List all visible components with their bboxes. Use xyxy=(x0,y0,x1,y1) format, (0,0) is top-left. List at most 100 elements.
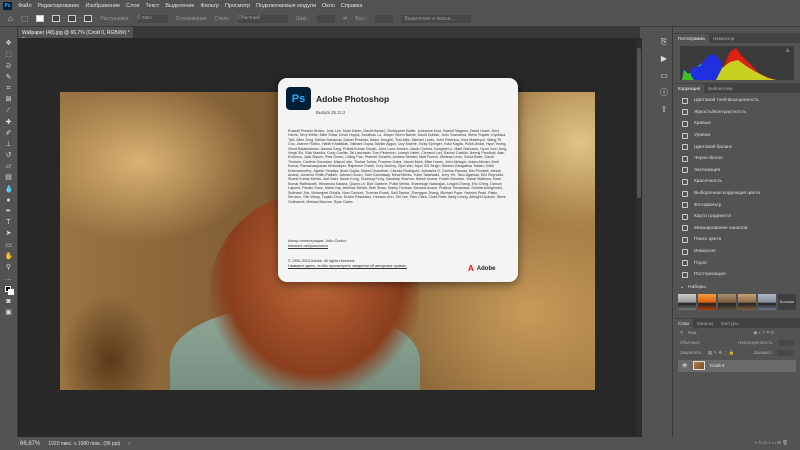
zoom-level[interactable]: 66,67% xyxy=(20,441,40,447)
document-tab[interactable]: Wallpaper (48).jpg @ 66,7% (Слой 0, RGB/… xyxy=(18,27,133,42)
menu-type[interactable]: Текст xyxy=(145,3,159,9)
marquee-tool-icon[interactable]: ⬚ xyxy=(5,51,13,59)
vertical-scrollbar[interactable] xyxy=(636,38,642,437)
adjustment-item[interactable]: Яркость/Контрастность xyxy=(674,107,800,119)
tab-channels[interactable]: Каналы xyxy=(693,319,717,328)
adjustment-item[interactable]: Черно-белое xyxy=(674,153,800,165)
preset-thumb[interactable] xyxy=(698,293,716,310)
move-tool-icon[interactable]: ✥ xyxy=(5,40,13,48)
tab-adjustments[interactable]: Коррекция xyxy=(674,84,705,93)
dodge-tool-icon[interactable]: ● xyxy=(5,197,13,205)
lock-icons[interactable]: ▦ ✎ ✥ ⬚ 🔒 xyxy=(708,350,735,356)
healing-brush-tool-icon[interactable]: ✚ xyxy=(5,119,13,127)
presets-more-button[interactable]: Больше xyxy=(778,293,796,310)
color-swatches-icon[interactable] xyxy=(4,286,14,296)
pen-tool-icon[interactable]: ✒ xyxy=(5,208,13,216)
adjustment-item[interactable]: Порог xyxy=(674,257,800,269)
menu-view[interactable]: Просмотр xyxy=(225,3,250,9)
new-selection-button[interactable] xyxy=(36,15,45,22)
visibility-eye-icon[interactable]: 👁 xyxy=(682,363,688,369)
fill-input[interactable] xyxy=(777,349,794,356)
legal-notices-link[interactable]: Нажмите здесь, чтобы просмотреть сведени… xyxy=(288,264,407,268)
adjustment-item[interactable]: Инверсия xyxy=(674,246,800,258)
tab-paths[interactable]: Контуры xyxy=(717,319,743,328)
antialias-checkbox[interactable]: Сглаживание xyxy=(176,16,207,22)
menu-plugins[interactable]: Подключаемые модули xyxy=(256,3,316,9)
layer-row[interactable]: 👁 Слой 0 xyxy=(678,359,796,372)
menu-edit[interactable]: Редактирование xyxy=(38,3,80,9)
menu-image[interactable]: Изображение xyxy=(85,3,120,9)
crop-tool-icon[interactable]: ⌗ xyxy=(5,85,13,93)
zoom-tool-icon[interactable]: ⚲ xyxy=(5,264,13,272)
home-icon[interactable]: ⌂ xyxy=(8,14,13,23)
marquee-tool-icon[interactable]: ⬚ xyxy=(21,14,29,23)
adjustment-item[interactable]: Фотофильтр xyxy=(674,199,800,211)
actions-play-icon[interactable]: ▶ xyxy=(659,54,669,64)
add-selection-button[interactable] xyxy=(52,15,61,22)
style-select[interactable]: Обычный xyxy=(238,14,289,23)
folder-icon[interactable]: ▭ xyxy=(659,71,669,81)
screen-mode-icon[interactable]: ▣ xyxy=(5,309,13,317)
adjustment-item[interactable]: Постеризация xyxy=(674,269,800,281)
preset-thumb[interactable] xyxy=(678,293,696,310)
adjustment-item[interactable]: Поиск цвета xyxy=(674,234,800,246)
path-select-tool-icon[interactable]: ➤ xyxy=(5,230,13,238)
menu-window[interactable]: Окно xyxy=(322,3,335,9)
info-icon[interactable]: ⓘ xyxy=(659,88,669,98)
menu-filter[interactable]: Фильтр xyxy=(200,3,218,9)
scrollbar-thumb[interactable] xyxy=(637,48,641,198)
menu-layers[interactable]: Слои xyxy=(126,3,139,9)
rectangle-tool-icon[interactable]: ▭ xyxy=(5,242,13,250)
gradient-tool-icon[interactable]: ▤ xyxy=(5,174,13,182)
adjustment-item[interactable]: Красочность xyxy=(674,176,800,188)
adjustment-item[interactable]: Экспозиция xyxy=(674,165,800,177)
tab-navigator[interactable]: Навигатор xyxy=(709,34,739,43)
tab-histogram[interactable]: Гистограмма xyxy=(674,34,709,43)
quick-select-tool-icon[interactable]: ✎ xyxy=(5,74,13,82)
about-dialog[interactable]: Ps Adobe Photoshop Выпуск 25.12.2 Russel… xyxy=(278,78,518,282)
subtract-selection-button[interactable] xyxy=(68,15,77,22)
width-input[interactable] xyxy=(317,14,336,23)
clone-stamp-tool-icon[interactable]: ⊥ xyxy=(5,141,13,149)
behance-link[interactable]: behance.net/joaocunico xyxy=(288,244,328,248)
eyedropper-tool-icon[interactable]: ⁄ xyxy=(5,107,13,115)
blend-mode-select[interactable]: Обычные xyxy=(680,340,733,345)
select-mask-button[interactable]: Выделение и маска... xyxy=(401,14,472,23)
preset-thumb[interactable] xyxy=(718,293,736,310)
layer-actions-icons[interactable]: ∞ fx ◘ ◑ ▭ ⊞ 🗑 xyxy=(755,440,788,446)
presets-header[interactable]: ⌄ Наборы xyxy=(674,281,800,294)
menu-file[interactable]: Файл xyxy=(18,3,32,9)
quick-mask-icon[interactable]: ◙ xyxy=(5,298,13,306)
menu-help[interactable]: Справка xyxy=(341,3,363,9)
feather-input[interactable]: 0 пикс xyxy=(137,14,168,23)
layer-kind-filter[interactable]: Вид xyxy=(688,330,748,335)
adjustment-item[interactable]: Цветовой баланс xyxy=(674,141,800,153)
type-tool-icon[interactable]: T xyxy=(5,219,13,227)
frame-tool-icon[interactable]: ⊠ xyxy=(5,96,13,104)
adjustment-item[interactable]: Выборочная коррекция цвета xyxy=(674,188,800,200)
adjustment-item[interactable]: Карта градиента xyxy=(674,211,800,223)
status-menu-arrow[interactable]: › xyxy=(128,441,130,447)
history-icon[interactable]: ⎘ xyxy=(659,37,669,47)
adjustment-item[interactable]: Цветовой тон/Насыщенность xyxy=(674,95,800,107)
tab-libraries[interactable]: Библиотеки xyxy=(704,84,736,93)
blur-tool-icon[interactable]: 💧 xyxy=(5,186,14,194)
preset-thumb[interactable] xyxy=(758,293,776,310)
tab-layers[interactable]: Слои xyxy=(674,318,693,328)
history-brush-tool-icon[interactable]: ↺ xyxy=(5,152,13,160)
clipping-warning-icon[interactable]: ⚠ xyxy=(786,48,790,54)
eraser-tool-icon[interactable]: ▱ xyxy=(5,163,13,171)
brush-tool-icon[interactable]: ✐ xyxy=(5,130,13,138)
swap-icon[interactable]: ⇄ xyxy=(343,16,347,22)
intersect-selection-button[interactable] xyxy=(84,15,93,22)
preset-thumb[interactable] xyxy=(738,293,756,310)
menu-select[interactable]: Выделение xyxy=(165,3,194,9)
lasso-tool-icon[interactable]: ᘐ xyxy=(5,63,13,71)
filter-icons[interactable]: ▣ ◐ T ⌗ ⊡ xyxy=(753,330,774,336)
adjustment-item[interactable]: Уровни xyxy=(674,130,800,142)
more-tools-icon[interactable]: … xyxy=(5,275,13,283)
hand-tool-icon[interactable]: ✋ xyxy=(5,253,14,261)
adjustment-item[interactable]: Кривые xyxy=(674,118,800,130)
adjustment-item[interactable]: Микширование каналов xyxy=(674,223,800,235)
opacity-input[interactable] xyxy=(778,339,794,346)
